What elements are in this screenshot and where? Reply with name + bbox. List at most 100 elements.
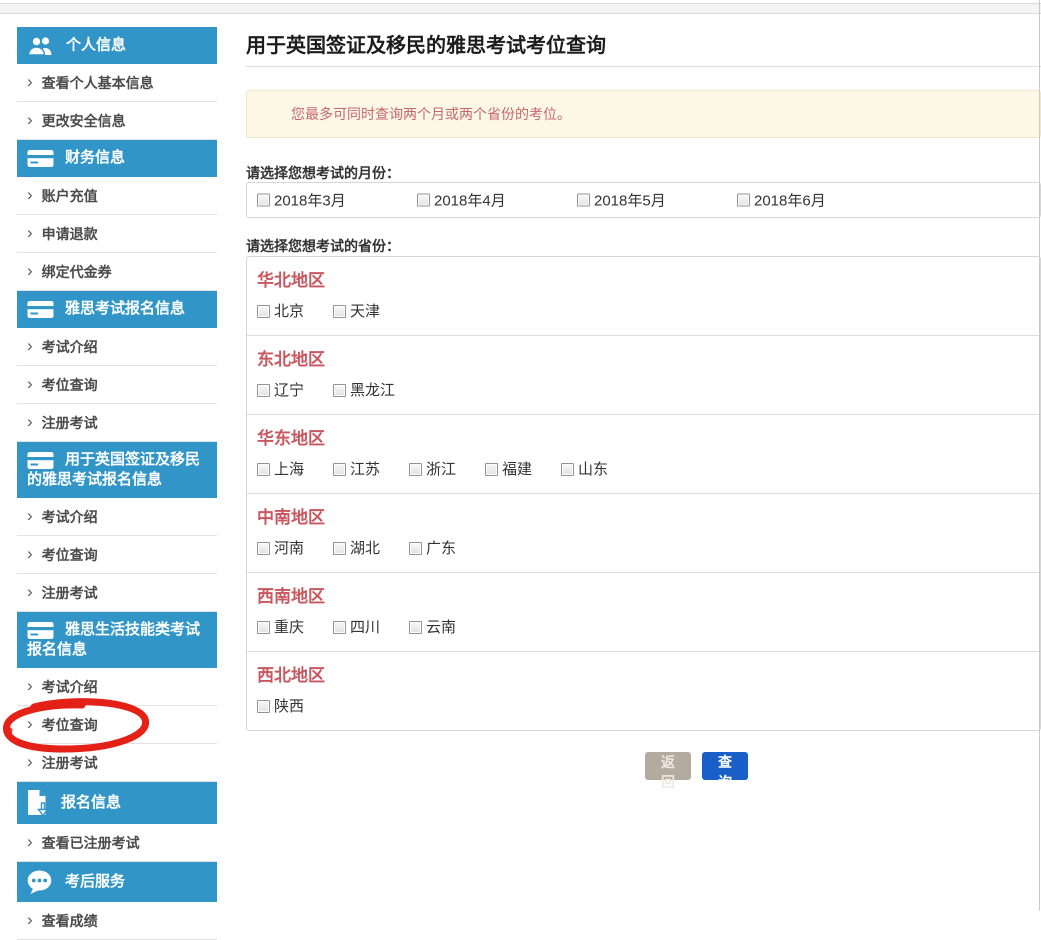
chevron-right-icon: › xyxy=(27,753,33,770)
sidebar-item[interactable]: ›查看个人基本信息 xyxy=(17,64,217,102)
back-button[interactable]: 返回 xyxy=(645,752,691,780)
month-option[interactable]: 2018年5月 xyxy=(577,190,666,211)
province-option[interactable]: 浙江 xyxy=(409,461,485,478)
province-option[interactable]: 黑龙江 xyxy=(333,382,395,399)
region-group: 华北地区北京天津 xyxy=(247,257,1040,336)
notice-banner: 您最多可同时查询两个月或两个省份的考位。 xyxy=(246,90,1041,138)
province-option-label: 湖北 xyxy=(350,540,380,557)
sidebar-item-label: 查看已注册考试 xyxy=(42,833,140,853)
sidebar-item[interactable]: ›更改安全信息 xyxy=(17,102,217,140)
checkbox-icon[interactable] xyxy=(485,463,498,476)
checkbox-icon[interactable] xyxy=(257,621,270,634)
sidebar-item-label: 账户充值 xyxy=(42,186,98,206)
sidebar-item-label: 查看成绩 xyxy=(42,911,98,931)
sidebar-section-header[interactable]: 用于英国签证及移民的雅思考试报名信息 xyxy=(17,442,217,498)
sidebar-section-header[interactable]: 个人信息 xyxy=(17,27,217,64)
region-group: 东北地区辽宁黑龙江 xyxy=(247,336,1040,415)
sidebar-item[interactable]: › 注册考试 xyxy=(17,744,217,782)
month-option[interactable]: 2018年3月 xyxy=(257,190,346,211)
sidebar-item-label: 注册考试 xyxy=(42,753,98,773)
province-option[interactable]: 山东 xyxy=(561,461,608,478)
checkbox-icon[interactable] xyxy=(257,194,270,207)
checkbox-icon[interactable] xyxy=(333,384,346,397)
sidebar-item-label: 考试介绍 xyxy=(42,677,98,697)
region-title: 中南地区 xyxy=(257,508,1040,528)
sidebar-item[interactable]: › 查看已注册考试 xyxy=(17,824,217,862)
month-section-label: 请选择您想考试的月份： xyxy=(246,163,400,183)
checkbox-icon[interactable] xyxy=(333,542,346,555)
search-button[interactable]: 查询 xyxy=(702,752,748,780)
checkbox-icon[interactable] xyxy=(577,194,590,207)
title-divider xyxy=(246,66,1041,67)
checkbox-icon[interactable] xyxy=(257,700,270,713)
province-option[interactable]: 福建 xyxy=(485,461,561,478)
checkbox-icon[interactable] xyxy=(257,384,270,397)
sidebar-section-label: 考后服务 xyxy=(65,873,125,890)
province-option[interactable]: 湖北 xyxy=(333,540,409,557)
sidebar-item-label: 考试介绍 xyxy=(42,337,98,357)
sidebar-item[interactable]: ›考位查询 xyxy=(17,706,217,744)
sidebar-item[interactable]: ›注册考试 xyxy=(17,404,217,442)
province-option-label: 浙江 xyxy=(426,461,456,478)
sidebar-section-header[interactable]: 财务信息 xyxy=(17,140,217,177)
sidebar-item-label: 考位查询 xyxy=(42,375,98,395)
sidebar-item[interactable]: ›绑定代金券 xyxy=(17,253,217,291)
chevron-right-icon: › xyxy=(27,583,33,600)
province-option-label: 辽宁 xyxy=(274,382,304,399)
checkbox-icon[interactable] xyxy=(333,621,346,634)
chevron-right-icon: › xyxy=(27,833,33,850)
page-title: 用于英国签证及移民的雅思考试考位查询 xyxy=(246,34,606,59)
checkbox-icon[interactable] xyxy=(409,542,422,555)
month-option[interactable]: 2018年4月 xyxy=(417,190,506,211)
province-option[interactable]: 陕西 xyxy=(257,698,304,715)
province-option-label: 广东 xyxy=(426,540,456,557)
province-option-label: 重庆 xyxy=(274,619,304,636)
province-option[interactable]: 上海 xyxy=(257,461,333,478)
checkbox-icon[interactable] xyxy=(333,463,346,476)
sidebar-item[interactable]: ›考试介绍 xyxy=(17,668,217,706)
month-option[interactable]: 2018年6月 xyxy=(737,190,826,211)
checkbox-icon[interactable] xyxy=(561,463,574,476)
province-option[interactable]: 重庆 xyxy=(257,619,333,636)
sidebar-item[interactable]: ›申请退款 xyxy=(17,215,217,253)
sidebar-item-label: 考位查询 xyxy=(42,545,98,565)
checkbox-icon[interactable] xyxy=(737,194,750,207)
province-option[interactable]: 云南 xyxy=(409,619,456,636)
province-option[interactable]: 广东 xyxy=(409,540,456,557)
sidebar-section-header[interactable]: 雅思考试报名信息 xyxy=(17,291,217,328)
sidebar: 个人信息›查看个人基本信息›更改安全信息财务信息›账户充值›申请退款›绑定代金券… xyxy=(17,27,217,940)
checkbox-icon[interactable] xyxy=(333,305,346,318)
province-options-box: 华北地区北京天津东北地区辽宁黑龙江华东地区上海江苏浙江福建山东中南地区河南湖北广… xyxy=(246,256,1041,731)
sidebar-item[interactable]: ›考位查询 xyxy=(17,536,217,574)
checkbox-icon[interactable] xyxy=(257,305,270,318)
sidebar-item[interactable]: › 考试介绍 xyxy=(17,328,217,366)
sidebar-item[interactable]: ›考试介绍 xyxy=(17,498,217,536)
sidebar-item[interactable]: ›查看成绩 xyxy=(17,902,217,940)
checkbox-icon[interactable] xyxy=(417,194,430,207)
province-option[interactable]: 河南 xyxy=(257,540,333,557)
chevron-right-icon: › xyxy=(27,507,33,524)
sidebar-item[interactable]: ›考位查询 xyxy=(17,366,217,404)
sidebar-section-header[interactable]: 雅思生活技能类考试报名信息 xyxy=(17,612,217,668)
province-option-label: 黑龙江 xyxy=(350,382,395,399)
province-option[interactable]: 天津 xyxy=(333,303,380,320)
sidebar-item-label: 绑定代金券 xyxy=(42,262,112,282)
province-option[interactable]: 江苏 xyxy=(333,461,409,478)
sidebar-item[interactable]: ›账户充值 xyxy=(17,177,217,215)
checkbox-icon[interactable] xyxy=(257,542,270,555)
checkbox-icon[interactable] xyxy=(409,621,422,634)
sidebar-section-header[interactable]: 报名信息 xyxy=(17,782,217,824)
province-option-label: 北京 xyxy=(274,303,304,320)
chevron-right-icon: › xyxy=(27,337,33,354)
checkbox-icon[interactable] xyxy=(409,463,422,476)
sidebar-section-header[interactable]: 考后服务 xyxy=(17,862,217,902)
province-option[interactable]: 四川 xyxy=(333,619,409,636)
province-option[interactable]: 北京 xyxy=(257,303,333,320)
chevron-right-icon: › xyxy=(27,715,33,732)
chevron-right-icon: › xyxy=(27,224,33,241)
province-option-label: 河南 xyxy=(274,540,304,557)
checkbox-icon[interactable] xyxy=(257,463,270,476)
province-option[interactable]: 辽宁 xyxy=(257,382,333,399)
province-option-label: 福建 xyxy=(502,461,532,478)
sidebar-item[interactable]: ›注册考试 xyxy=(17,574,217,612)
